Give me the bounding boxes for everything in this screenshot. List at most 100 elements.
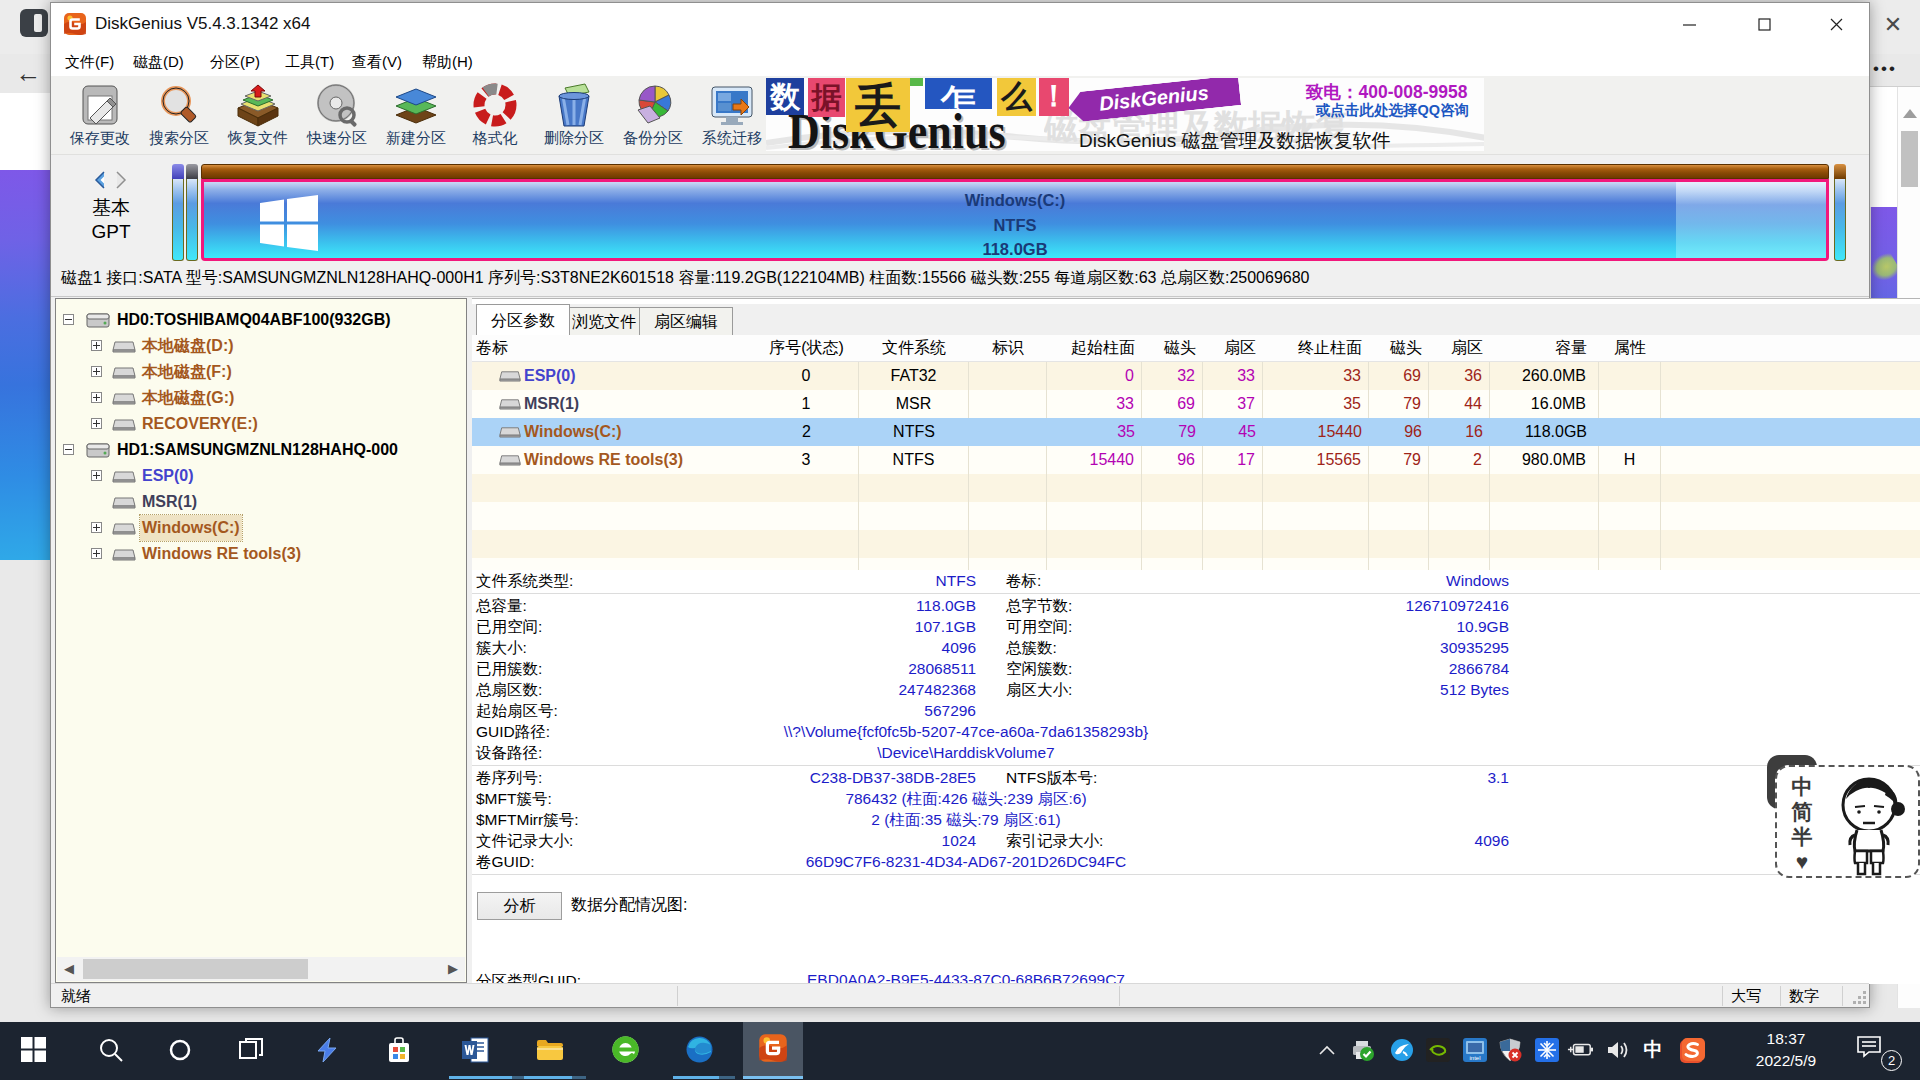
tree-item-disk-f[interactable]: 本地磁盘(F:) xyxy=(56,359,466,385)
notification-center-button[interactable]: 2 xyxy=(1856,1035,1896,1065)
new-partition-button[interactable]: 新建分区 xyxy=(377,79,455,153)
tray-defender-icon[interactable] xyxy=(1497,1037,1523,1063)
menu-partition[interactable]: 分区(P) xyxy=(204,51,266,75)
partition-icon xyxy=(498,395,522,412)
table-row-windows-re[interactable]: Windows RE tools(3) 3 NTFS 15440 96 17 1… xyxy=(472,446,1920,474)
tree-item-disk-g[interactable]: 本地磁盘(G:) xyxy=(56,385,466,411)
menu-view[interactable]: 查看(V) xyxy=(346,51,408,75)
tree-item-windows-c[interactable]: Windows(C:) xyxy=(56,515,466,541)
statusbar-separator xyxy=(1119,986,1120,1006)
tray-intel-icon[interactable]: intel xyxy=(1462,1037,1488,1063)
tray-expand-chevron-icon[interactable] xyxy=(1314,1037,1340,1063)
tray-nvidia-icon[interactable] xyxy=(1425,1037,1451,1063)
tray-snowflake-icon[interactable] xyxy=(1534,1037,1560,1063)
partition-label: Windows(C:) NTFS 118.0GB xyxy=(204,188,1826,262)
tray-sogou-icon[interactable] xyxy=(1679,1037,1705,1063)
table-row-esp[interactable]: ESP(0) 0 FAT32 0 32 33 33 69 36 260.0MB xyxy=(472,362,1920,390)
partition-bar-esp[interactable] xyxy=(172,164,184,261)
tree-item-windows-re[interactable]: Windows RE tools(3) xyxy=(56,541,466,567)
tray-messenger-icon[interactable] xyxy=(1389,1037,1415,1063)
resize-grip[interactable] xyxy=(1853,991,1867,1005)
prev-disk-arrow-icon[interactable] xyxy=(91,171,109,189)
tray-volume-icon[interactable] xyxy=(1606,1037,1632,1063)
menu-help[interactable]: 帮助(H) xyxy=(416,51,479,75)
tab-browse-files[interactable]: 浏览文件 xyxy=(557,307,651,335)
toolbar: 保存更改 搜索分区 恢复文件 快速分区 新建分区 格式化 删除分区 备份分区 xyxy=(51,76,1869,155)
format-button[interactable]: 格式化 xyxy=(456,79,534,153)
delete-partition-button[interactable]: 删除分区 xyxy=(535,79,613,153)
table-row-windows-c-selected[interactable]: Windows(C:) 2 NTFS 35 79 45 15440 96 16 … xyxy=(472,418,1920,446)
system-migrate-button[interactable]: 系统迁移 xyxy=(693,79,771,153)
partition-tree-panel: HD0:TOSHIBAMQ04ABF100(932GB) 本地磁盘(D:) 本地… xyxy=(55,298,467,983)
save-changes-button[interactable]: 保存更改 xyxy=(61,79,139,153)
tray-printer-icon[interactable] xyxy=(1350,1037,1376,1063)
search-partition-button[interactable]: 搜索分区 xyxy=(140,79,218,153)
partition-bar-cap xyxy=(1834,164,1846,179)
scrollbar-thumb[interactable] xyxy=(1901,131,1918,187)
menu-file[interactable]: 文件(F) xyxy=(59,51,120,75)
partition-bar-cap xyxy=(186,164,198,179)
partition-bar-cap xyxy=(172,164,184,179)
partition-bar-re-tools[interactable] xyxy=(1834,164,1846,261)
table-row-msr[interactable]: MSR(1) 1 MSR 33 69 37 35 79 44 16.0MB xyxy=(472,390,1920,418)
taskbar-clock[interactable]: 18:37 2022/5/9 xyxy=(1736,1028,1836,1072)
detail-divider xyxy=(472,874,1920,875)
browser-close-icon[interactable]: ✕ xyxy=(1878,12,1908,38)
partition-bar-msr[interactable] xyxy=(186,164,198,261)
ad-banner[interactable]: DiskGenius 数 据 丢 怎 么 ！ 磁盘管理及数据恢复 DiskGen… xyxy=(766,78,1484,151)
notification-icon xyxy=(1856,1035,1882,1059)
detail-row: 文件记录大小:1024索引记录大小:4096 xyxy=(472,830,1920,851)
expand-icon[interactable] xyxy=(91,548,102,559)
detail-divider xyxy=(472,765,1920,766)
expand-icon[interactable] xyxy=(91,366,102,377)
browser-tab-strip xyxy=(0,0,51,54)
windows-taskbar: intel 中 18:37 2022/5/9 2 xyxy=(0,1022,1920,1080)
minimize-button[interactable] xyxy=(1666,3,1712,48)
detail-row: 卷序列号:C238-DB37-38DB-28E5NTFS版本号:3.1 xyxy=(472,767,1920,788)
next-disk-arrow-icon[interactable] xyxy=(112,171,130,189)
maximize-button[interactable] xyxy=(1741,3,1787,48)
partition-bar-windows-c[interactable]: Windows(C:) NTFS 118.0GB xyxy=(201,164,1829,261)
expand-icon[interactable] xyxy=(91,392,102,403)
tree-scrollbar-thumb[interactable] xyxy=(83,959,308,979)
scroll-left-arrow-icon[interactable]: ◀ xyxy=(57,957,81,981)
collapse-icon[interactable] xyxy=(63,444,74,455)
status-num: 数字 xyxy=(1789,987,1819,1006)
table-row-empty xyxy=(472,502,1920,530)
tree-item-recovery-e[interactable]: RECOVERY(E:) xyxy=(56,411,466,437)
analyze-button[interactable]: 分析 xyxy=(477,892,562,920)
tree-item-hd0[interactable]: HD0:TOSHIBAMQ04ABF100(932GB) xyxy=(56,307,466,333)
quick-partition-button[interactable]: 快速分区 xyxy=(298,79,376,153)
collapse-icon[interactable] xyxy=(63,314,74,325)
expand-icon[interactable] xyxy=(91,522,102,533)
menu-tools[interactable]: 工具(T) xyxy=(279,51,340,75)
clock-date: 2022/5/9 xyxy=(1736,1050,1836,1072)
browser-page-edge xyxy=(0,93,51,170)
expand-icon[interactable] xyxy=(91,470,102,481)
tab-sector-edit[interactable]: 扇区编辑 xyxy=(639,307,733,335)
tree-item-hd1[interactable]: HD1:SAMSUNGMZNLN128HAHQ-000 xyxy=(56,437,466,463)
tray-power-icon[interactable] xyxy=(1567,1037,1593,1063)
tree-item-msr[interactable]: MSR(1) xyxy=(56,489,466,515)
search-partition-icon xyxy=(156,82,202,128)
tree-item-esp[interactable]: ESP(0) xyxy=(56,463,466,489)
tree-horizontal-scrollbar[interactable]: ◀ ▶ xyxy=(57,957,465,981)
expand-icon[interactable] xyxy=(91,340,102,351)
tray-ime-indicator[interactable]: 中 xyxy=(1640,1037,1666,1063)
expand-icon[interactable] xyxy=(91,418,102,429)
recover-files-button[interactable]: 恢复文件 xyxy=(219,79,297,153)
main-area: HD0:TOSHIBAMQ04ABF100(932GB) 本地磁盘(D:) 本地… xyxy=(51,296,1869,983)
backup-partition-button[interactable]: 备份分区 xyxy=(614,79,692,153)
banner-tile: 丢 xyxy=(846,78,910,132)
browser-menu-dots-icon[interactable]: ••• xyxy=(1873,58,1917,84)
browser-back-icon[interactable]: ← xyxy=(6,56,51,92)
partition-icon xyxy=(111,493,137,511)
banner-qq-link[interactable]: 或点击此处选择QQ咨询 xyxy=(1316,101,1484,120)
menu-disk[interactable]: 磁盘(D) xyxy=(127,51,190,75)
tree-item-disk-d[interactable]: 本地磁盘(D:) xyxy=(56,333,466,359)
tab-partition-params[interactable]: 分区参数 xyxy=(476,304,570,335)
scroll-right-arrow-icon[interactable]: ▶ xyxy=(441,957,465,981)
partition-icon xyxy=(498,451,522,468)
close-button[interactable] xyxy=(1813,3,1859,48)
scrollbar-up-arrow-icon[interactable] xyxy=(1903,109,1917,118)
